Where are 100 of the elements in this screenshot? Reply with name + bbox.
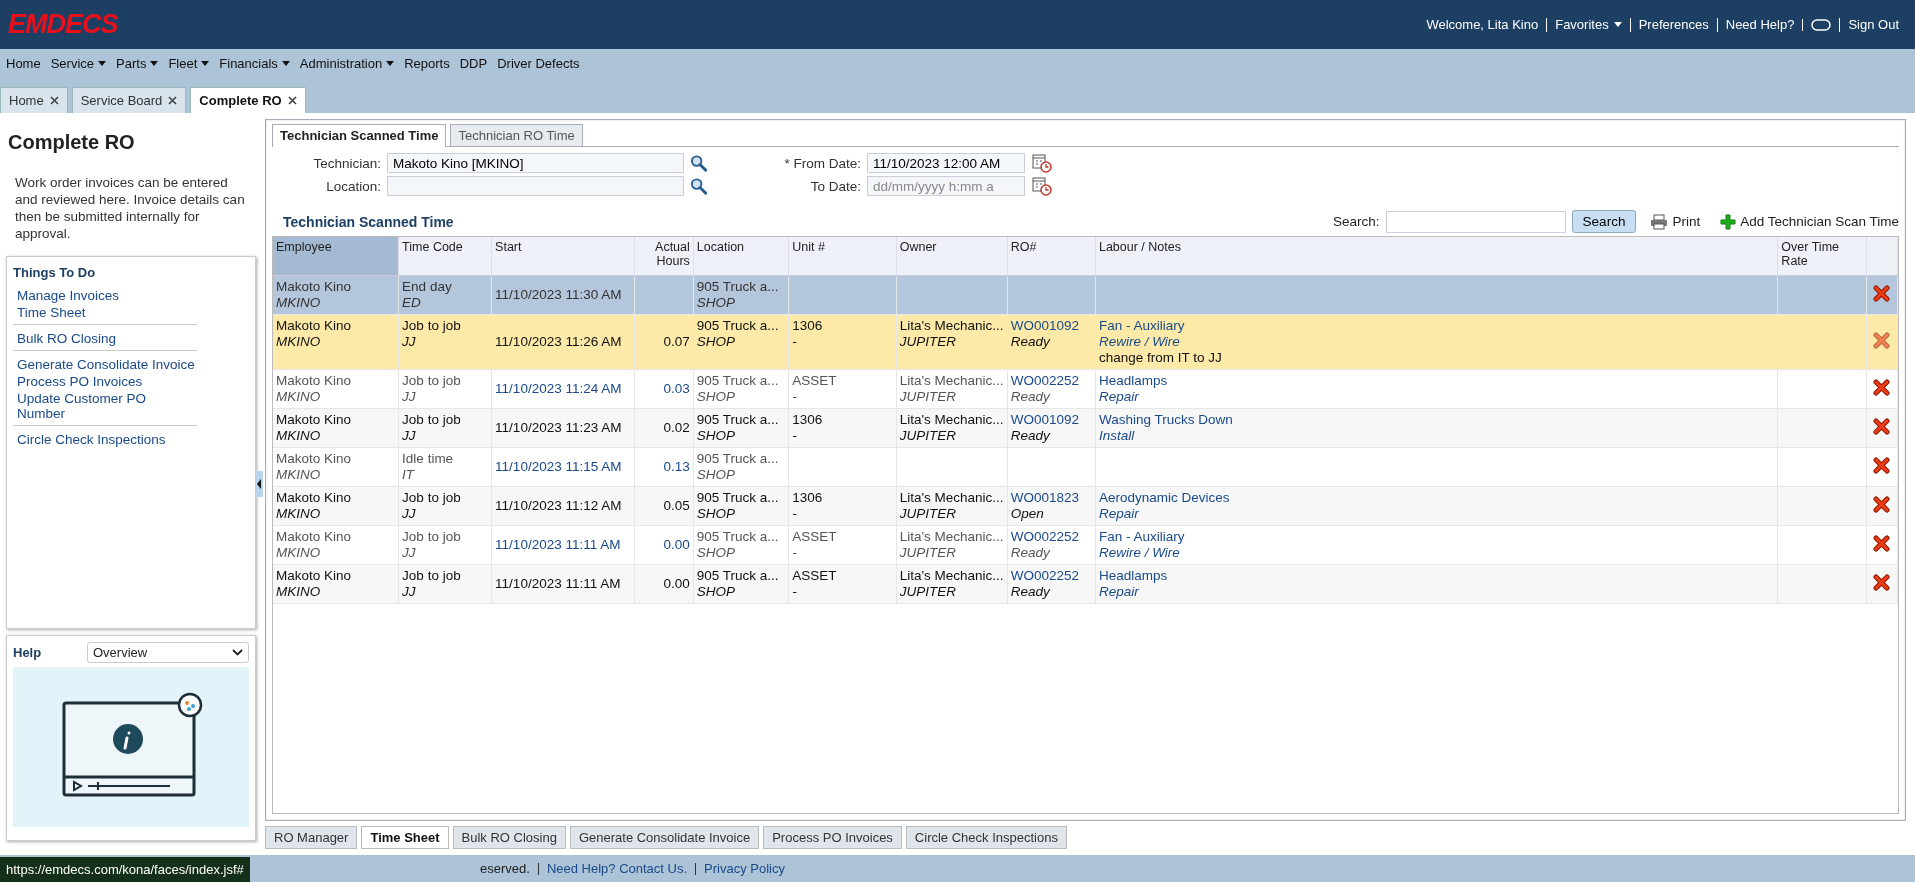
time-code-cell: End day ED [398,275,492,315]
chevron-down-icon [232,649,243,656]
column-header[interactable]: Start [491,237,635,276]
printer-icon[interactable] [1650,213,1669,230]
technician-field[interactable]: Makoto Kino [MKINO] [387,153,684,173]
collapse-handle-icon[interactable] [256,471,263,497]
bottom-tab[interactable]: RO Manager [265,826,358,849]
column-header[interactable]: RO# [1007,237,1096,276]
close-icon[interactable] [168,96,178,105]
column-header[interactable]: Over Time Rate [1777,237,1866,276]
sidebar-link[interactable]: Manage Invoices [17,288,197,303]
panel-title: Things To Do [13,265,97,280]
footer-link[interactable]: Privacy Policy [704,861,785,876]
menu-item[interactable]: Service [50,55,107,71]
ro-link[interactable]: WO002252 [1010,529,1080,544]
column-header[interactable]: Employee [273,237,399,276]
page-tab[interactable]: Complete RO [190,87,306,113]
menu-item[interactable]: Financials [219,55,290,71]
view-tab[interactable]: Technician Scanned Time [272,124,447,147]
location-cell: 905 Truck a... SHOP [693,564,789,604]
bottom-tab[interactable]: Time Sheet [361,826,449,849]
close-icon[interactable] [49,96,59,105]
add-scan-time-link[interactable]: Add Technician Scan Time [1740,214,1899,229]
unit-cell: 1306 - [788,408,897,448]
ro-cell: WO001092 Ready [1007,408,1096,448]
column-header[interactable]: Owner [896,237,1008,276]
delete-icon[interactable] [1873,495,1891,513]
view-tab[interactable]: Technician RO Time [450,124,583,146]
search-icon[interactable] [689,154,707,172]
menu-item[interactable]: DDP [459,55,488,71]
close-icon[interactable] [287,96,297,105]
delete-icon[interactable] [1873,456,1891,474]
ro-link[interactable]: WO001092 [1010,318,1080,333]
sidebar-link[interactable]: Update Customer PO Number [17,391,197,421]
ro-cell: WO002252 Ready [1007,369,1096,409]
page-tab[interactable]: Home [0,87,68,113]
header-link[interactable]: Preferences [1629,17,1717,32]
delete-icon[interactable] [1873,573,1891,591]
header-link[interactable]: Favorites [1546,17,1630,32]
column-header[interactable]: Unit # [788,237,897,276]
sign-out-link[interactable]: Sign Out [1839,17,1907,32]
owner-cell: Lita's Mechanic... JUPITER [896,525,1008,565]
calendar-clock-icon[interactable] [1032,176,1052,196]
delete-icon[interactable] [1873,284,1891,302]
calendar-clock-icon[interactable] [1032,153,1052,173]
from-date-field[interactable]: 11/10/2023 12:00 AM [867,153,1025,173]
time-code-cell: Job to job JJ [398,525,492,565]
plus-icon[interactable] [1720,213,1737,230]
caret-icon [281,60,290,66]
menu-item[interactable]: Home [6,55,41,71]
menu-item[interactable]: Driver Defects [497,55,580,71]
sidebar-link[interactable]: Circle Check Inspections [17,432,197,447]
hours-cell: 0.02 [634,408,694,448]
status-url: https://emdecs.com/kona/faces/index.jsf# [0,857,250,882]
start-time-cell: 11/10/2023 11:12 AM [491,486,635,526]
caret-icon [201,60,210,66]
ro-link[interactable]: WO001823 [1010,490,1080,505]
caret-icon [98,60,107,66]
bottom-tab[interactable]: Bulk RO Closing [452,826,566,849]
ro-link[interactable]: WO001092 [1010,412,1080,427]
page-tab[interactable]: Service Board [71,87,187,113]
menu-item[interactable]: Administration [299,55,395,71]
time-code-cell: Job to job JJ [398,369,492,409]
caret-icon [1613,22,1622,27]
start-time-cell: 11/10/2023 11:11 AM [491,564,635,604]
delete-icon[interactable] [1873,534,1891,552]
sidebar-link[interactable]: Process PO Invoices [17,374,197,389]
search-icon[interactable] [689,177,707,195]
start-time-cell: 11/10/2023 11:26 AM [491,314,635,370]
delete-icon[interactable] [1873,378,1891,396]
header-link[interactable]: Need Help? [1716,17,1803,32]
print-link[interactable]: Print [1672,214,1701,229]
search-field[interactable] [1385,210,1566,233]
footer-link[interactable]: Need Help? Contact Us. [546,861,688,876]
delete-icon[interactable] [1873,417,1891,435]
column-header[interactable]: Labour / Notes [1095,237,1778,276]
ro-link[interactable]: WO002252 [1010,568,1080,583]
column-header[interactable]: Location [693,237,789,276]
sidebar-link[interactable]: Generate Consolidate Invoice [17,357,197,372]
labour-cell: Aerodynamic Devices Repair [1095,486,1778,526]
location-field[interactable] [387,176,684,196]
location-cell: 905 Truck a... SHOP [693,408,789,448]
search-button[interactable]: Search [1571,210,1637,233]
field-label: Location: [325,178,382,194]
unit-cell: ASSET - [788,369,897,409]
ro-link[interactable]: WO002252 [1010,373,1080,388]
bottom-tab[interactable]: Generate Consolidate Invoice [569,826,760,849]
menu-item[interactable]: Reports [404,55,450,71]
column-header[interactable]: Time Code [398,237,492,276]
search-label: Search: [1333,214,1380,229]
bottom-tab[interactable]: Circle Check Inspections [905,826,1067,849]
menu-item[interactable]: Parts [116,55,159,71]
sidebar-link[interactable]: Time Sheet [17,305,197,320]
bottom-tab[interactable]: Process PO Invoices [763,826,902,849]
column-header[interactable]: Actual Hours [634,237,694,276]
menu-item[interactable]: Fleet [168,55,210,71]
to-date-field[interactable]: dd/mm/yyyy h:mm a [867,176,1025,196]
sidebar-link[interactable]: Bulk RO Closing [17,331,197,346]
employee-cell: Makoto Kino MKINO [273,408,399,448]
help-select[interactable]: Overview [87,642,249,663]
